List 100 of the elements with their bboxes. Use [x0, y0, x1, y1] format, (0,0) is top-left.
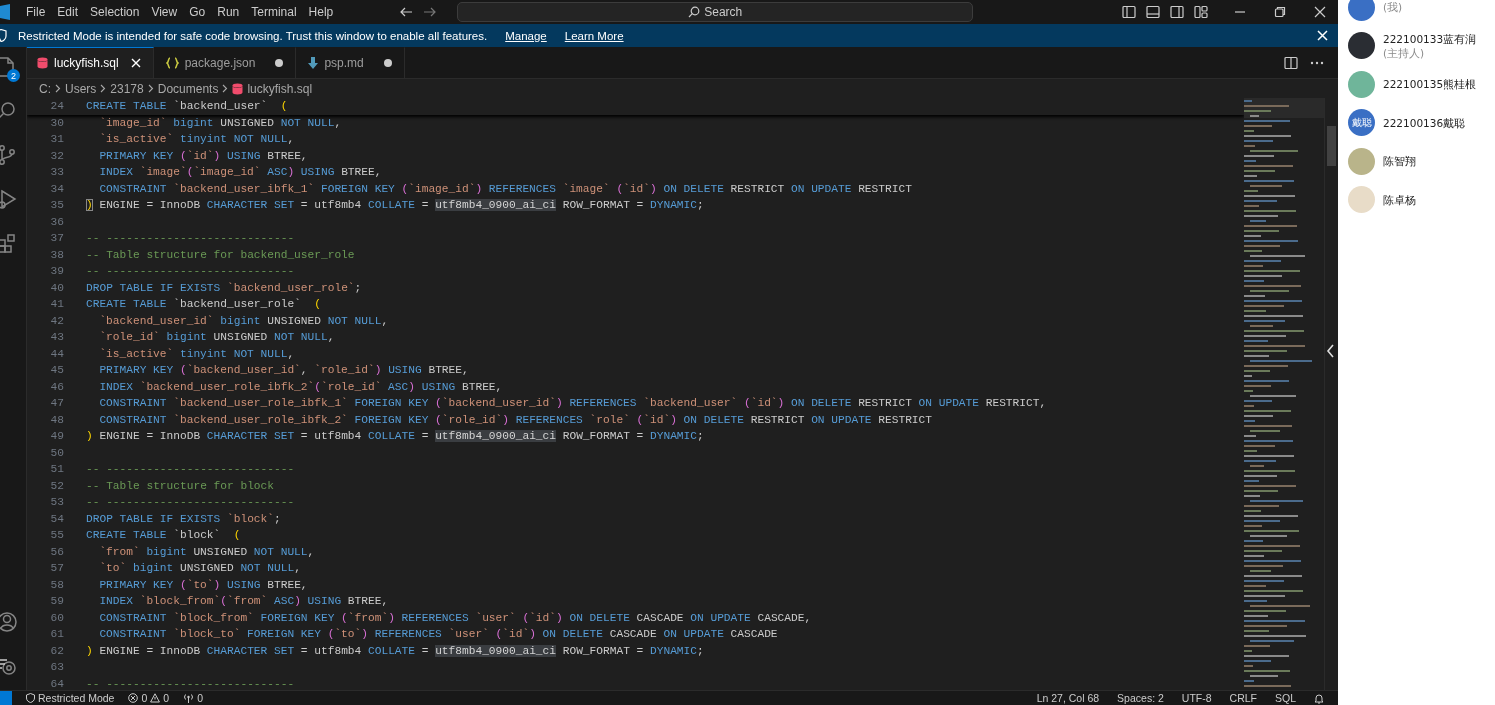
line-number: 63: [49, 660, 64, 675]
line-number: 47: [49, 396, 64, 411]
code-line: -- ----------------------------: [86, 264, 295, 279]
line-number: 44: [49, 346, 64, 362]
participant-name: 陈智翔: [1383, 154, 1416, 169]
code-line: -- ----------------------------: [86, 231, 295, 246]
menu-item[interactable]: Terminal: [245, 5, 303, 19]
account-icon[interactable]: [0, 611, 18, 633]
code-line: INDEX `backend_user_role_ibfk_2`(`role_id` ASC) USING BTREE,: [99, 379, 503, 395]
breadcrumb-item[interactable]: 23178: [110, 81, 144, 96]
status-item[interactable]: Spaces: 2: [1117, 692, 1164, 704]
menu-item[interactable]: Run: [211, 5, 246, 19]
restore-icon[interactable]: [1274, 6, 1286, 18]
back-arrow-icon[interactable]: [399, 5, 414, 19]
extensions-icon[interactable]: [0, 232, 18, 254]
braces-icon: [165, 57, 179, 69]
scrollbar-thumb[interactable]: [1327, 126, 1336, 166]
secondary-sidebar-toggle-icon[interactable]: [1170, 5, 1184, 19]
line-number: 52: [49, 478, 64, 494]
code-line: PRIMARY KEY (`backend_user_id`, `role_id`) USING BTREE,: [99, 363, 469, 378]
menu-item[interactable]: Go: [183, 5, 212, 19]
menu-item[interactable]: File: [20, 5, 52, 19]
run-debug-icon[interactable]: [0, 188, 18, 210]
participant-name: 222100133蓝有润: [1383, 31, 1477, 46]
participant-name: 222100136戴聪: [1383, 115, 1466, 130]
line-number: 42: [49, 313, 64, 329]
editor-tab[interactable]: luckyfish.sql: [27, 47, 154, 78]
line-number: 53: [49, 495, 64, 510]
notification-badge: 2: [7, 69, 20, 82]
line-number: 64: [49, 676, 64, 690]
menu-item[interactable]: Help: [302, 5, 340, 19]
line-number: 41: [49, 297, 64, 312]
line-number: 62: [49, 643, 64, 659]
line-number: 48: [49, 412, 64, 428]
shield-icon: [0, 29, 8, 42]
avatar: 戴聪: [1348, 109, 1375, 137]
warning-icon: [150, 693, 161, 703]
line-number: 56: [49, 544, 64, 560]
status-item[interactable]: Ln 27, Col 68: [1036, 692, 1100, 704]
app-logo: [0, 4, 10, 20]
search-icon: [688, 6, 701, 18]
status-item[interactable]: UTF-8: [1181, 692, 1212, 704]
line-number: 39: [49, 264, 64, 279]
code-line: ) ENGINE = InnoDB CHARACTER SET = utf8mb4 COLLATE = utf8mb4_0900_ai_ci ROW_FORMAT = DYNAMIC;: [86, 643, 704, 659]
layout-icon[interactable]: [1194, 5, 1208, 19]
search-field[interactable]: Search: [457, 2, 974, 22]
code-line: CREATE TABLE `block` (: [86, 528, 241, 543]
line-number: 60: [49, 610, 64, 626]
code-line: ) ENGINE = InnoDB CHARACTER SET = utf8mb4 COLLATE = utf8mb4_0900_ai_ci ROW_FORMAT = DYNAMIC;: [86, 429, 704, 444]
code-line: -- Table structure for backend_user_role: [86, 247, 355, 263]
breadcrumb-item[interactable]: luckyfish.sql: [247, 81, 313, 96]
banner-link[interactable]: Manage: [505, 29, 547, 42]
forward-arrow-icon[interactable]: [423, 5, 438, 19]
line-number: 50: [49, 445, 64, 461]
code-line: CREATE TABLE `backend_user_role` (: [86, 297, 321, 312]
line-number: 24: [49, 99, 64, 114]
status-item[interactable]: SQL: [1275, 692, 1296, 704]
menu-item[interactable]: Edit: [51, 5, 85, 19]
line-number: 34: [49, 181, 64, 197]
ports-status[interactable]: 0: [183, 692, 203, 704]
code-line: PRIMARY KEY (`to`) USING BTREE,: [99, 577, 308, 593]
breadcrumb-item[interactable]: Users: [65, 81, 97, 96]
code-line: CONSTRAINT `backend_user_role_ibfk_1` FOREIGN KEY (`backend_user_id`) REFERENCES `backend_user` (`id`) ON DELETE RESTRICT ON UPDATE RESTRICT,: [99, 396, 1047, 411]
line-number: 38: [49, 247, 64, 263]
down-arrow-icon: [308, 57, 319, 69]
code-line: -- ----------------------------: [86, 462, 295, 477]
chevron-right-icon: [147, 84, 154, 93]
chevron-left-icon[interactable]: [1326, 344, 1336, 358]
line-number: 51: [49, 462, 64, 477]
breadcrumb-item[interactable]: Documents: [157, 81, 219, 96]
bell-icon[interactable]: [1314, 692, 1324, 704]
menu-item[interactable]: View: [145, 5, 184, 19]
problems-status[interactable]: 0 0: [128, 692, 170, 704]
breadcrumb-item[interactable]: C:: [39, 81, 51, 96]
more-actions-icon[interactable]: [1310, 60, 1324, 65]
line-number: 58: [49, 577, 64, 593]
line-number: 33: [49, 165, 64, 180]
participant-name: 陈卓杨: [1383, 192, 1416, 207]
database-icon: [232, 82, 244, 95]
split-editor-icon[interactable]: [1284, 55, 1298, 70]
panel-toggle-icon[interactable]: [1146, 5, 1160, 19]
code-line: `from` bigint UNSIGNED NOT NULL,: [99, 544, 315, 560]
primary-sidebar-toggle-icon[interactable]: [1122, 5, 1136, 19]
line-number: 40: [49, 280, 64, 296]
code-line: `is_active` tinyint NOT NULL,: [99, 132, 295, 147]
line-number: 55: [49, 528, 64, 543]
line-number: 45: [49, 363, 64, 378]
banner-link[interactable]: Learn More: [564, 29, 624, 42]
source-control-icon[interactable]: [0, 144, 18, 166]
code-line: -- ----------------------------: [86, 495, 295, 510]
line-number: 37: [49, 231, 64, 246]
database-icon: [37, 57, 48, 69]
code-line: `to` bigint UNSIGNED NOT NULL,: [99, 561, 301, 576]
banner-message: Restricted Mode is intended for safe code browsing. Trust this window to enable all features.: [18, 29, 488, 42]
line-number: 54: [49, 511, 64, 527]
status-item[interactable]: CRLF: [1229, 692, 1257, 704]
close-icon[interactable]: [1314, 6, 1326, 18]
menu-item[interactable]: Selection: [84, 5, 146, 19]
chevron-right-icon: [100, 84, 107, 93]
restricted-mode-status[interactable]: Restricted Mode: [26, 692, 115, 704]
